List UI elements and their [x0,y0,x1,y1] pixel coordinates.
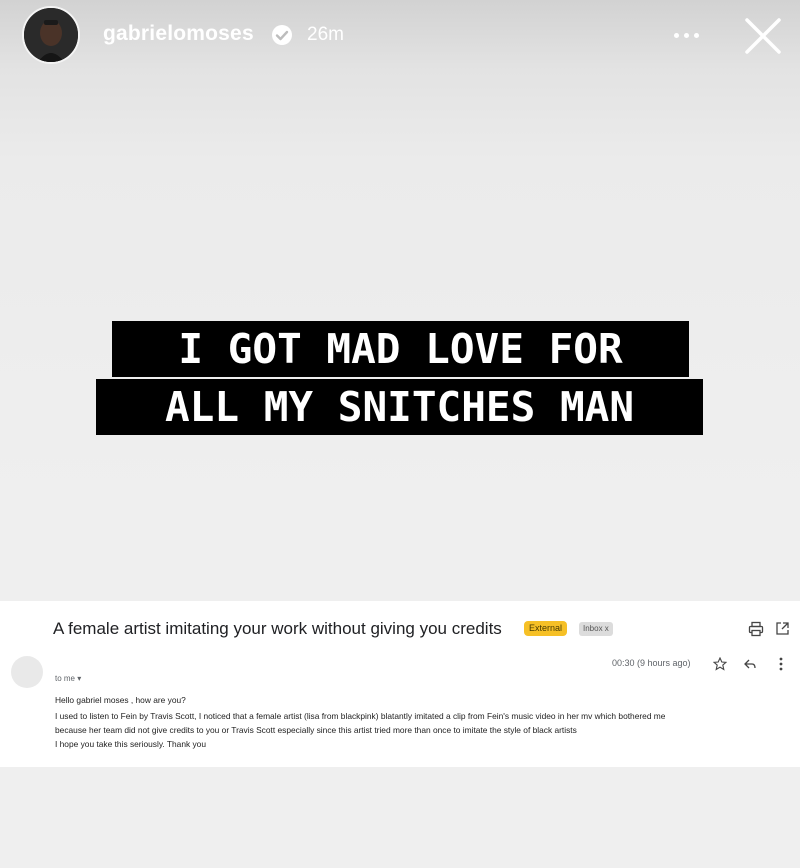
story-header: gabrielomoses 26m [0,0,800,80]
username[interactable]: gabrielomoses [103,22,254,46]
open-new-window-icon[interactable] [775,621,790,636]
email-datetime: 00:30 (9 hours ago) [612,658,691,668]
verified-badge-icon [272,25,292,45]
close-icon[interactable] [742,15,784,57]
email-subject: A female artist imitating your work with… [53,619,502,638]
email-body-line: I hope you take this seriously. Thank yo… [55,739,206,749]
external-label: External [524,621,568,636]
email-screenshot: A female artist imitating your work with… [0,601,800,767]
story-timestamp: 26m [307,24,344,45]
print-icon[interactable] [748,621,764,637]
recipient-dropdown[interactable]: to me ▾ [55,674,81,683]
more-options-icon[interactable] [668,20,706,50]
email-body-line: because her team did not give credits to… [55,725,577,735]
instagram-story: gabrielomoses 26m I GOT MAD LOVE FOR ALL… [0,0,800,868]
inbox-label[interactable]: Inbox x [579,622,613,636]
email-body-line: Hello gabriel moses , how are you? [55,695,186,705]
sender-avatar [11,656,43,688]
story-caption-line-2: ALL MY SNITCHES MAN [96,379,703,435]
profile-avatar[interactable] [22,6,80,64]
kebab-menu-icon[interactable] [777,656,785,672]
reply-icon[interactable] [743,657,757,671]
email-body-line: I used to listen to Fein by Travis Scott… [55,711,666,721]
star-icon[interactable] [713,657,727,671]
story-caption-line-1: I GOT MAD LOVE FOR [112,321,689,377]
